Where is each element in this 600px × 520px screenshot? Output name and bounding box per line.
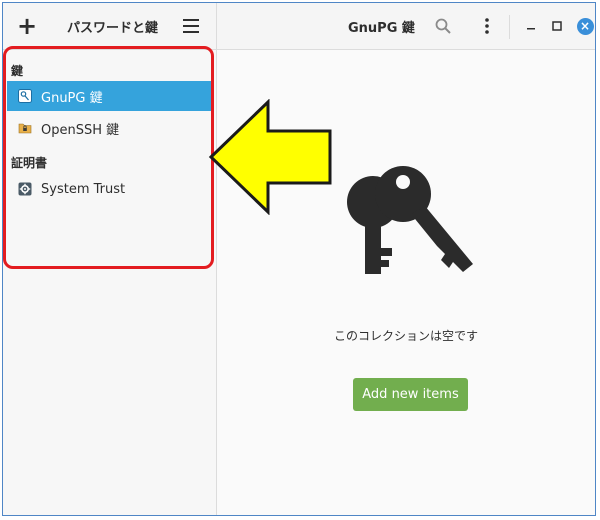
- plus-icon: +: [16, 12, 38, 40]
- minimize-icon: [527, 28, 535, 30]
- empty-collection-text: このコレクションは空です: [333, 329, 478, 343]
- keys-icon: [347, 166, 473, 274]
- app-title: パスワードと鍵: [67, 21, 159, 36]
- header-sidebar-section: + パスワードと鍵: [3, 3, 217, 49]
- maximize-icon: [552, 21, 562, 31]
- close-icon: ×: [576, 17, 594, 35]
- close-button[interactable]: ×: [571, 12, 595, 40]
- app-window: + パスワードと鍵 GnuPG 鍵 × 鍵 GnuPG 鍵 OpenSSH 鍵 …: [2, 2, 596, 516]
- annotation-arrow: [208, 99, 332, 215]
- maximize-button[interactable]: [543, 12, 571, 40]
- hamburger-menu-icon: [183, 19, 199, 33]
- add-button[interactable]: +: [13, 12, 41, 40]
- view-title: GnuPG 鍵: [348, 21, 415, 36]
- more-options-button[interactable]: [473, 12, 501, 40]
- header-bar: + パスワードと鍵 GnuPG 鍵 ×: [3, 3, 595, 50]
- search-button[interactable]: [429, 12, 457, 40]
- add-new-items-button[interactable]: Add new items: [353, 378, 468, 411]
- more-vert-icon: [485, 18, 489, 34]
- header-separator: [509, 15, 510, 39]
- search-icon: [435, 18, 451, 34]
- minimize-button[interactable]: [517, 12, 545, 40]
- main-menu-button[interactable]: [177, 12, 205, 40]
- annotation-highlight-box: [3, 46, 214, 269]
